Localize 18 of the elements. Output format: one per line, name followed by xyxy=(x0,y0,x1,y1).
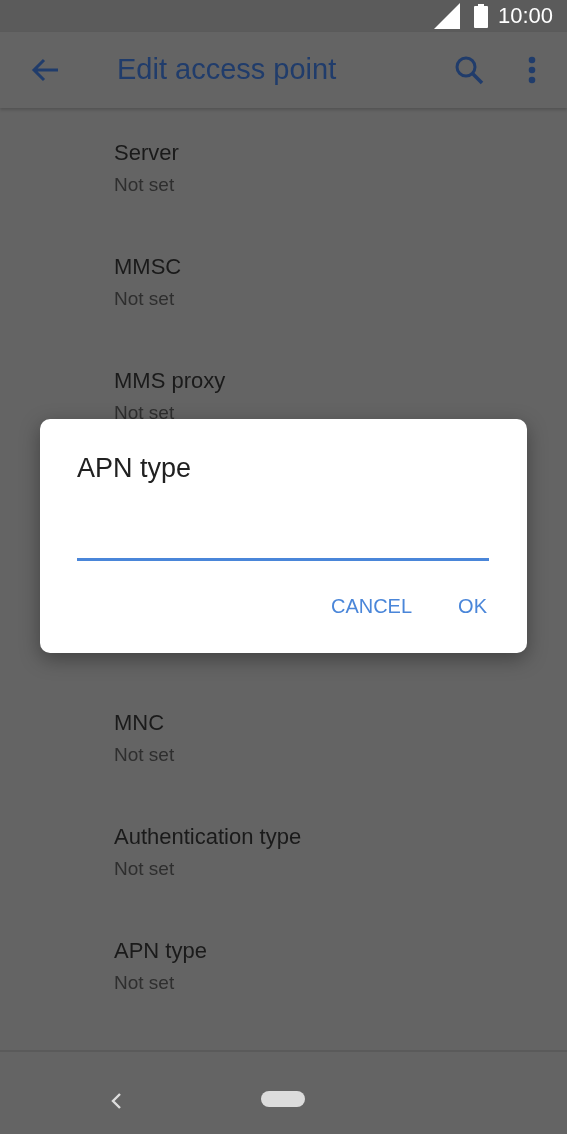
setting-title: APN type xyxy=(114,936,207,965)
home-pill[interactable] xyxy=(261,1090,305,1107)
back-arrow-icon[interactable] xyxy=(31,57,59,82)
screen-title: Edit access point xyxy=(117,53,338,87)
more-options-icon[interactable] xyxy=(528,55,536,84)
dialog-title: APN type xyxy=(77,453,192,484)
setting-title: Authentication type xyxy=(114,822,302,851)
setting-title: MMS proxy xyxy=(114,366,226,395)
signal-icon xyxy=(433,2,460,29)
dialog-button[interactable]: OK xyxy=(442,585,503,628)
battery-icon xyxy=(473,3,488,28)
clock-time: 10:00 xyxy=(497,2,553,29)
setting-title: MNC xyxy=(114,708,165,737)
search-icon[interactable] xyxy=(454,54,484,85)
back-icon[interactable] xyxy=(110,1091,122,1110)
setting-title: MMSC xyxy=(114,252,182,281)
setting-title: Server xyxy=(114,138,179,167)
dialog-button[interactable]: CANCEL xyxy=(314,585,429,628)
